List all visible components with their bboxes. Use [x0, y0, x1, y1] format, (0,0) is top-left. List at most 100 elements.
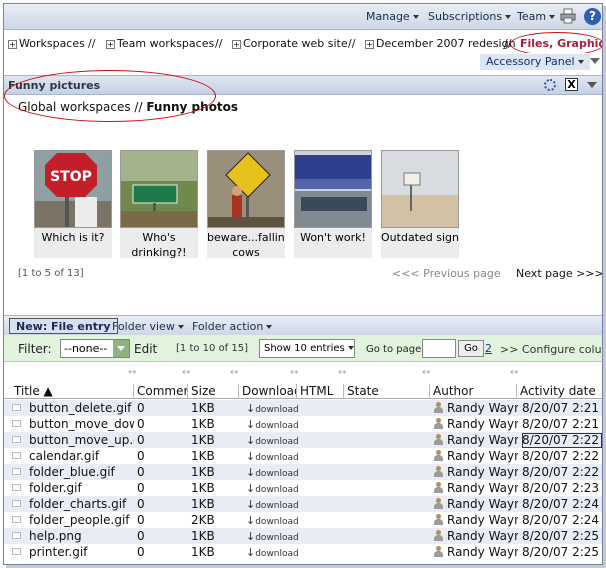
- column-resize-handle[interactable]: ↔: [510, 367, 518, 378]
- table-row[interactable]: folder_people.gif0 2KB ↓download Randy Wayn…: [4, 512, 602, 528]
- download-link[interactable]: ↓download: [246, 466, 298, 481]
- printer-icon[interactable]: [560, 8, 576, 24]
- gear-icon[interactable]: [544, 79, 556, 91]
- download-link[interactable]: ↓download: [246, 546, 298, 561]
- download-link[interactable]: ↓download: [246, 498, 298, 513]
- folder-action-menu[interactable]: Folder action: [192, 320, 273, 333]
- table-row[interactable]: folder_charts.gif0 1KB ↓download Randy Wayn…: [4, 496, 602, 512]
- row-select-checkbox[interactable]: [12, 516, 21, 523]
- file-title-link[interactable]: printer.gif: [29, 545, 134, 560]
- expand-icon[interactable]: +: [106, 40, 115, 49]
- expand-icon[interactable]: +: [8, 40, 17, 49]
- thumbnail-card[interactable]: Outdated sign: [381, 150, 459, 258]
- table-row[interactable]: folder_blue.gif0 1KB ↓download Randy Wayne 8…: [4, 464, 602, 480]
- column-resize-handle[interactable]: ↔: [128, 367, 136, 378]
- folder-view-menu[interactable]: Folder view: [112, 320, 184, 333]
- close-icon[interactable]: X: [565, 78, 578, 91]
- collapse-icon[interactable]: [587, 82, 597, 88]
- go-button[interactable]: Go: [458, 340, 484, 357]
- download-link[interactable]: ↓download: [246, 514, 298, 529]
- file-title-link[interactable]: button_delete.gif: [29, 401, 134, 416]
- author-name[interactable]: Randy Wayne: [447, 497, 518, 511]
- file-title-link[interactable]: help.png: [29, 529, 134, 544]
- download-link[interactable]: ↓download: [246, 402, 298, 417]
- workspace-path[interactable]: Global workspaces //: [18, 100, 143, 114]
- author-name[interactable]: Randy Wayne: [447, 449, 518, 463]
- expand-icon[interactable]: +: [365, 40, 374, 49]
- author-name[interactable]: Randy Wayne: [447, 513, 518, 527]
- row-select-checkbox[interactable]: [12, 436, 21, 443]
- author-name[interactable]: Randy Wayne: [447, 401, 518, 415]
- manage-menu[interactable]: Manage: [366, 10, 419, 23]
- download-link[interactable]: ↓download: [246, 530, 298, 545]
- file-title-link[interactable]: folder_charts.gif: [29, 497, 134, 512]
- column-header-title[interactable]: Title ▲: [12, 384, 134, 399]
- table-row[interactable]: help.png0 1KB ↓download Randy Wayne 8/20/07 …: [4, 528, 602, 544]
- author-name[interactable]: Randy Wayne: [447, 529, 518, 543]
- table-row[interactable]: button_move_up.gif0 1KB ↓download Randy Way…: [4, 432, 602, 448]
- table-row[interactable]: button_delete.gif0 1KB ↓download Randy Wayn…: [4, 400, 602, 416]
- row-select-checkbox[interactable]: [12, 452, 21, 459]
- row-select-checkbox[interactable]: [12, 468, 21, 475]
- next-page-link[interactable]: Next page >>>: [516, 267, 602, 280]
- thumbnail-card[interactable]: Who's drinking?!: [120, 150, 198, 258]
- download-link[interactable]: ↓download: [246, 450, 298, 465]
- table-row[interactable]: calendar.gif0 1KB ↓download Randy Wayne 8/20…: [4, 448, 602, 464]
- table-row[interactable]: button_move_down.gif0 1KB ↓download Randy W…: [4, 416, 602, 432]
- author-name[interactable]: Randy Wayne: [447, 545, 518, 559]
- column-header-author[interactable]: Author: [431, 384, 517, 399]
- page-2-link[interactable]: 2: [485, 342, 492, 355]
- row-select-checkbox[interactable]: [12, 500, 21, 507]
- row-select-checkbox[interactable]: [12, 404, 21, 411]
- column-header-comments[interactable]: Comments: [135, 384, 188, 399]
- file-title-link[interactable]: button_move_down.gif: [29, 417, 134, 432]
- download-link[interactable]: ↓download: [246, 418, 298, 433]
- column-resize-handle[interactable]: ↔: [338, 367, 346, 378]
- breadcrumb-item-corporate-web-site[interactable]: + Corporate web site: [232, 37, 348, 50]
- filter-select[interactable]: --none--: [60, 339, 130, 358]
- breadcrumb-item-team-workspaces[interactable]: + Team workspaces: [106, 37, 214, 50]
- team-menu[interactable]: Team: [517, 10, 556, 23]
- row-select-checkbox[interactable]: [12, 532, 21, 539]
- row-select-checkbox[interactable]: [12, 420, 21, 427]
- author-name[interactable]: Randy Wayne: [447, 465, 518, 479]
- previous-page-link[interactable]: <<< Previous page: [392, 267, 501, 280]
- row-select-checkbox[interactable]: [12, 548, 21, 555]
- table-row[interactable]: printer.gif0 1KB ↓download Randy Wayne 8/20/…: [4, 544, 602, 560]
- expand-icon[interactable]: +: [232, 40, 241, 49]
- help-icon[interactable]: ?: [584, 8, 601, 25]
- accessory-panel-button[interactable]: Accessory Panel: [480, 54, 590, 70]
- thumbnail-card[interactable]: beware...falling cows: [207, 150, 285, 258]
- thumbnail-card[interactable]: STOP Which is it?: [34, 150, 112, 258]
- column-resize-handle[interactable]: ↔: [290, 367, 298, 378]
- author-name[interactable]: Randy Wayne: [447, 433, 518, 447]
- file-title-link[interactable]: folder.gif: [29, 481, 134, 496]
- edit-filter-link[interactable]: Edit: [134, 342, 157, 356]
- column-resize-handle[interactable]: ↔: [182, 367, 190, 378]
- column-resize-handle[interactable]: ↔: [230, 367, 238, 378]
- thumbnail-card[interactable]: Won't work!: [294, 150, 372, 258]
- breadcrumb-item-december-redesign[interactable]: + December 2007 redesign: [365, 37, 516, 50]
- column-header-state[interactable]: State: [345, 384, 430, 399]
- column-header-html[interactable]: HTML: [298, 384, 344, 399]
- breadcrumb-item-workspaces[interactable]: + Workspaces: [8, 37, 85, 50]
- column-resize-handle[interactable]: ↔: [422, 367, 430, 378]
- column-header-download[interactable]: Download: [240, 384, 297, 399]
- configure-columns-link[interactable]: >> Configure columns: [500, 343, 602, 356]
- column-header-size[interactable]: Size: [189, 384, 239, 399]
- new-file-entry-button[interactable]: New: File entry: [9, 318, 118, 334]
- collapse-arrow-icon[interactable]: [590, 58, 600, 64]
- file-title-link[interactable]: folder_people.gif: [29, 513, 134, 528]
- file-title-link[interactable]: calendar.gif: [29, 449, 134, 464]
- file-title-link[interactable]: folder_blue.gif: [29, 465, 134, 480]
- show-entries-select[interactable]: Show 10 entries: [259, 339, 355, 358]
- download-link[interactable]: ↓download: [246, 434, 298, 449]
- subscriptions-menu[interactable]: Subscriptions: [428, 10, 512, 23]
- go-to-page-input[interactable]: [422, 339, 456, 358]
- column-header-activity-date[interactable]: Activity date: [518, 384, 602, 399]
- author-name[interactable]: Randy Wayne: [447, 417, 518, 431]
- author-name[interactable]: Randy Wayne: [447, 481, 518, 495]
- row-select-checkbox[interactable]: [12, 484, 21, 491]
- file-title-link[interactable]: button_move_up.gif: [29, 433, 134, 448]
- download-link[interactable]: ↓download: [246, 482, 298, 497]
